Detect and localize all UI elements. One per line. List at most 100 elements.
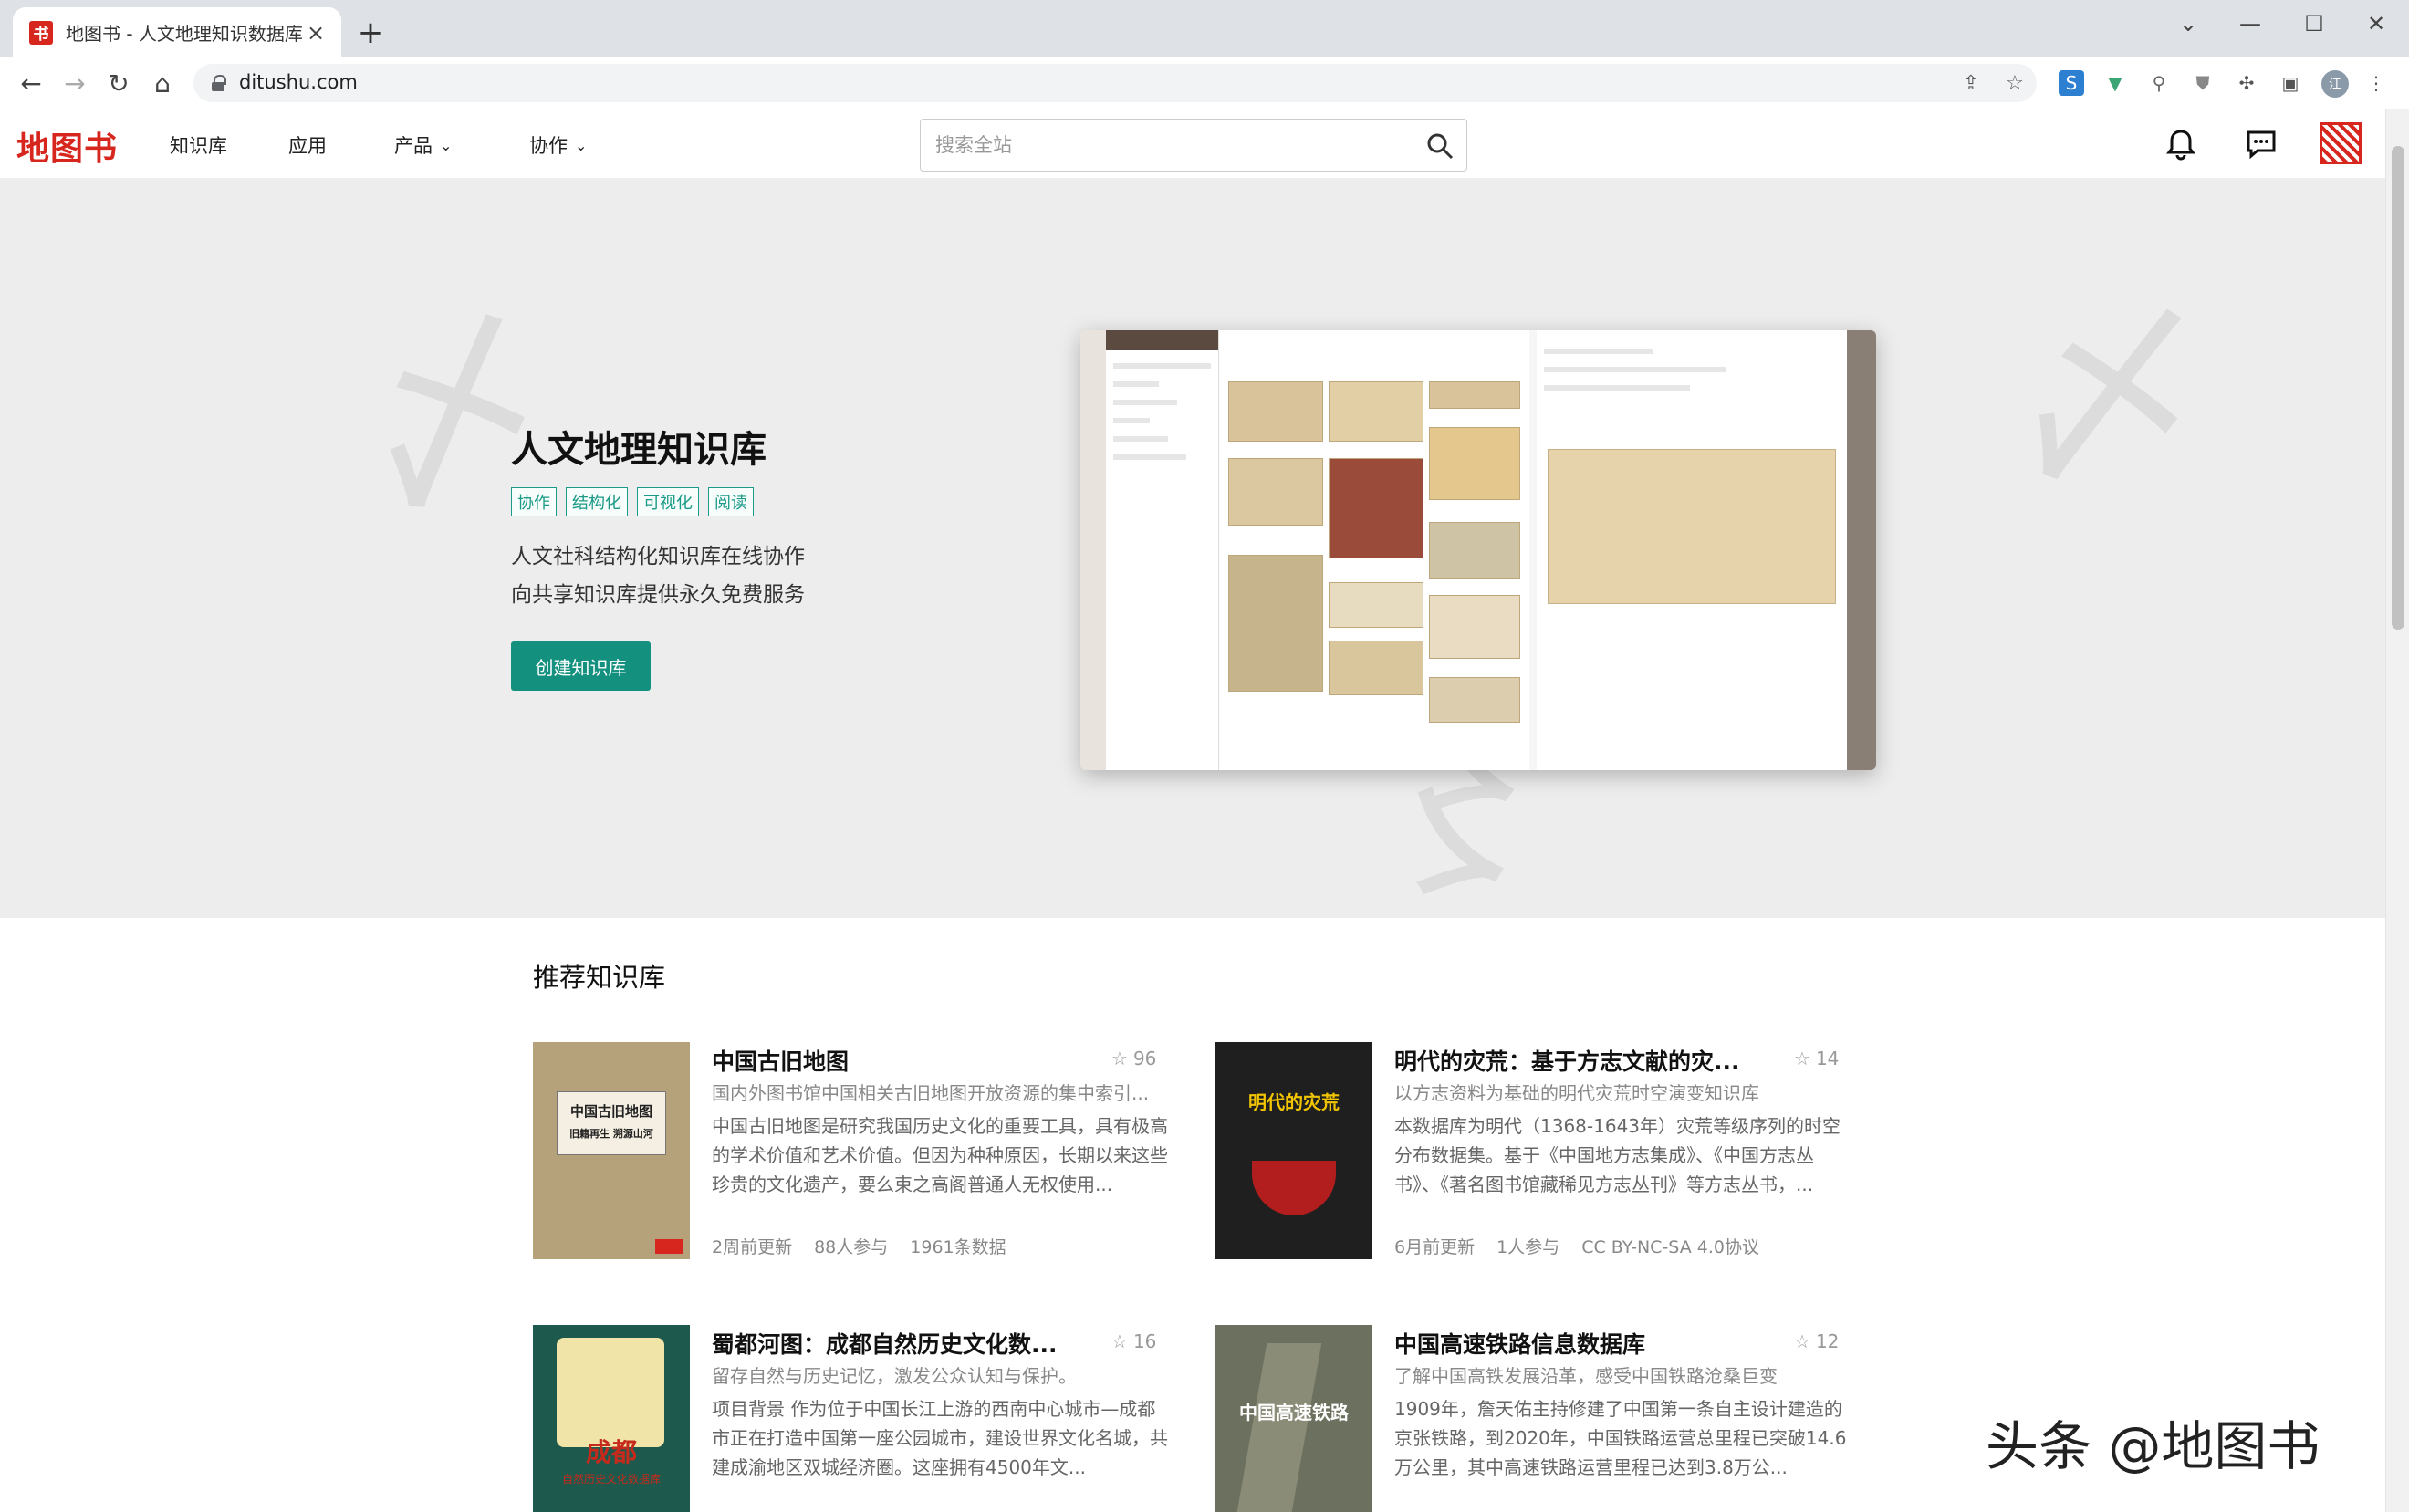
card-star-count[interactable]: ☆ 12 [1794,1330,1839,1352]
card-star-count[interactable]: ☆ 16 [1111,1330,1156,1352]
card-title[interactable]: 明代的灾荒：基于方志文献的灾... [1394,1044,1778,1077]
tab-title: 地图书 - 人文地理知识数据库 [66,23,303,45]
side-panel-icon[interactable]: ▣ [2278,70,2303,96]
nav-collaborate[interactable]: 协作 ⌄ [529,131,587,159]
browser-tab[interactable]: 书 地图书 - 人文地理知识数据库 × [13,7,341,57]
extensions-puzzle-icon[interactable]: ✣ [2234,70,2259,96]
tab-search-chevron-icon[interactable]: ⌄ [2161,5,2216,42]
nav-label: 协作 [529,135,568,157]
cover-label: 中国古旧地图 旧籍再生 溯源山河 [557,1091,666,1155]
preview-map-grid [1219,330,1529,770]
page-scrollbar[interactable] [2385,109,2409,1512]
nav-knowledge-base[interactable]: 知识库 [170,131,227,159]
site-logo[interactable]: 地图书 [16,122,118,170]
card-cover-image[interactable]: 中国古旧地图 旧籍再生 溯源山河 [533,1042,690,1259]
watermark-text: 头条 @地图书 [1986,1415,2320,1477]
site-header: 地图书 知识库 应用 产品 ⌄ 协作 ⌄ [0,109,2385,179]
address-bar[interactable]: ditushu.com ⇪ ☆ [193,64,2037,102]
card-meta: 6月前更新 1人参与 CC BY-NC-SA 4.0协议 [1394,1234,1759,1258]
nav-label: 产品 [394,135,433,157]
star-count: 12 [1815,1330,1840,1352]
card-subtitle: 国内外图书馆中国相关古旧地图开放资源的集中索引... [712,1082,1150,1104]
share-icon[interactable]: ⇪ [1958,70,1984,96]
star-count: 14 [1815,1048,1840,1069]
cover-subtitle: 自然历史文化数据库 [561,1473,661,1486]
card-cover-image[interactable]: 成都 自然历史文化数据库 [533,1325,690,1512]
participants: 1人参与 [1496,1237,1560,1257]
chevron-down-icon: ⌄ [440,136,453,154]
browser-toolbar: ← → ↻ ⌂ ditushu.com ⇪ ☆ S ▼ ⚲ ⛊ ✣ ▣ 江 ⋮ [0,57,2409,109]
card-title[interactable]: 蜀都河图：成都自然历史文化数... [712,1327,1095,1360]
lock-icon [212,75,226,91]
card-description: 中国古旧地图是研究我国历史文化的重要工具，具有极高的学术价值和艺术价值。但因为种… [712,1115,1168,1195]
star-icon: ☆ [1111,1330,1128,1352]
hero-title: 人文地理知识库 [511,429,766,471]
hero-tags: 协作 结构化 可视化 阅读 [511,487,754,516]
extension-vue-icon[interactable]: ▼ [2102,70,2128,96]
browser-menu-icon[interactable]: ⋮ [2363,70,2389,96]
site-search [920,119,1467,172]
nav-products[interactable]: 产品 ⌄ [394,131,452,159]
card-cover-image[interactable]: 中国高速铁路 [1215,1325,1372,1512]
message-icon[interactable] [2243,126,2279,162]
bell-icon[interactable] [2163,126,2199,162]
extension-shield-icon[interactable]: ⛊ [2190,70,2216,96]
hero-banner: 〆 〻 〆 人文地理知识库 协作 结构化 可视化 阅读 人文社科结构化知识库在线… [0,179,2385,918]
search-icon[interactable] [1426,132,1454,160]
card-title[interactable]: 中国古旧地图 [712,1044,1095,1077]
section-heading: 推荐知识库 [533,962,666,993]
star-count: 16 [1132,1330,1157,1352]
participants: 88人参与 [814,1237,889,1257]
updated-time: 2周前更新 [712,1237,793,1257]
card-subtitle: 留存自然与历史记忆，激发公众认知与保护。 [712,1365,1077,1387]
preview-detail-panel [1537,330,1847,770]
preview-map-image [1548,449,1836,604]
browser-tabstrip: 书 地图书 - 人文地理知识数据库 × + ⌄ — ☐ ✕ [0,0,2409,57]
user-avatar[interactable] [2320,122,2362,164]
new-tab-button[interactable]: + [354,15,387,51]
record-count: 1961条数据 [910,1237,1006,1257]
nav-apps[interactable]: 应用 [288,131,327,159]
site-favicon-icon: 书 [29,20,53,45]
nav-label: 知识库 [170,135,227,157]
calligraphy-decoration: 〆 [2008,279,2209,513]
star-count: 96 [1132,1048,1157,1069]
close-window-button[interactable]: ✕ [2349,5,2404,42]
card-subtitle: 以方志资料为基础的明代灾荒时空演变知识库 [1394,1082,1759,1104]
create-knowledge-base-button[interactable]: 创建知识库 [511,641,651,691]
cover-map-graphic [557,1338,664,1447]
cover-terrain-graphic [1236,1343,1322,1512]
license: CC BY-NC-SA 4.0协议 [1581,1237,1759,1257]
forward-icon[interactable]: → [57,65,93,101]
card-star-count[interactable]: ☆ 14 [1794,1048,1839,1069]
hero-description: 向共享知识库提供永久免费服务 [511,583,805,607]
card-title[interactable]: 中国高速铁路信息数据库 [1394,1327,1778,1360]
cover-bowl-graphic [1252,1161,1336,1215]
back-icon[interactable]: ← [13,65,49,101]
extension-search-icon[interactable]: ⚲ [2146,70,2172,96]
card-description: 本数据库为明代（1368-1643年）灾荒等级序列的时空分布数据集。基于《中国地… [1394,1115,1841,1195]
product-preview-image [1080,330,1876,770]
tag: 结构化 [566,487,628,516]
hero-description: 人文社科结构化知识库在线协作 [511,545,805,568]
profile-avatar[interactable]: 江 [2321,70,2349,98]
card-meta: 2周前更新 88人参与 1961条数据 [712,1234,1006,1258]
star-icon: ☆ [1111,1048,1128,1069]
card-description: 项目背景 作为位于中国长江上游的西南中心城市—成都市正在打造中国第一座公园城市，… [712,1398,1168,1478]
extension-s-icon[interactable]: S [2059,70,2084,96]
nav-label: 应用 [288,135,327,157]
minimize-button[interactable]: — [2223,5,2278,42]
card-cover-image[interactable]: 明代的灾荒 [1215,1042,1372,1259]
card-star-count[interactable]: ☆ 96 [1111,1048,1156,1069]
cover-title: 中国古旧地图 [569,1103,652,1120]
maximize-button[interactable]: ☐ [2287,5,2341,42]
chevron-down-icon: ⌄ [575,136,588,154]
tab-close-icon[interactable]: × [303,20,328,46]
home-icon[interactable]: ⌂ [144,65,181,101]
scrollbar-thumb[interactable] [2392,146,2404,630]
bookmark-star-icon[interactable]: ☆ [2002,70,2028,96]
cover-title: 明代的灾荒 [1248,1091,1340,1113]
tag: 可视化 [637,487,699,516]
search-input[interactable] [935,120,1410,171]
reload-icon[interactable]: ↻ [100,65,137,101]
